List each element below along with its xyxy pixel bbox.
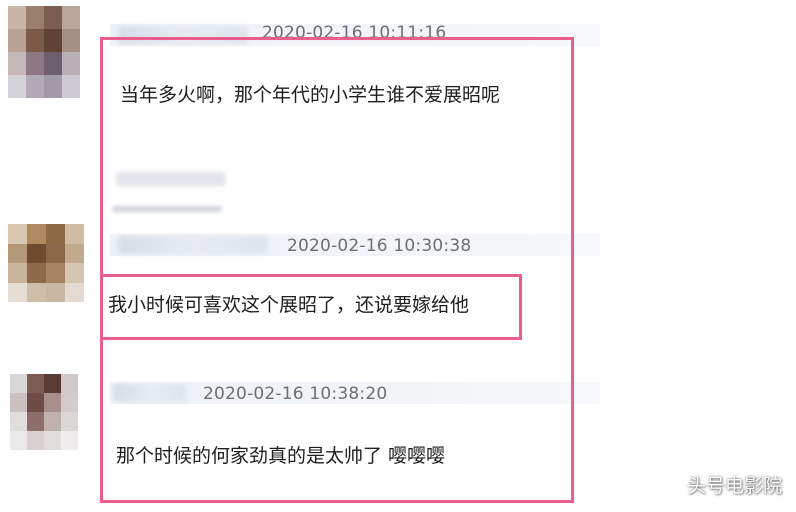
- avatar-pixel: [8, 243, 27, 263]
- avatar-pixel: [27, 374, 44, 393]
- avatar-pixel: [26, 29, 44, 52]
- avatar-pixel: [44, 52, 62, 75]
- avatar-pixel: [46, 224, 65, 244]
- avatar-pixel: [44, 431, 61, 450]
- avatar-pixel: [46, 243, 65, 263]
- avatar-pixel: [8, 52, 26, 75]
- avatar-pixel: [61, 431, 78, 450]
- avatar-pixel: [26, 52, 44, 75]
- avatar-pixel: [61, 374, 78, 393]
- avatar-pixel: [27, 224, 46, 244]
- highlight-box: [100, 37, 574, 503]
- avatar-pixel: [44, 374, 61, 393]
- avatar-pixel: [46, 282, 65, 302]
- watermark: 头号电影院: [686, 475, 782, 497]
- avatar-pixel: [44, 412, 61, 431]
- avatar-pixel: [8, 29, 26, 52]
- avatar-pixel: [8, 263, 27, 283]
- avatar[interactable]: [8, 224, 84, 302]
- avatar-pixel: [65, 282, 84, 302]
- avatar-pixel: [62, 75, 80, 98]
- avatar-pixel: [27, 263, 46, 283]
- avatar-pixel: [44, 393, 61, 412]
- avatar-pixel: [8, 224, 27, 244]
- avatar-pixel: [61, 412, 78, 431]
- avatar-pixel: [62, 6, 80, 29]
- highlight-box: [100, 274, 522, 340]
- avatar-pixel: [10, 393, 27, 412]
- avatar-pixel: [27, 412, 44, 431]
- avatar-pixel: [44, 29, 62, 52]
- avatar-pixel: [46, 263, 65, 283]
- avatar-pixel: [8, 75, 26, 98]
- avatar-pixel: [10, 412, 27, 431]
- avatar-pixel: [27, 431, 44, 450]
- avatar-pixel: [27, 243, 46, 263]
- avatar-pixel: [10, 431, 27, 450]
- avatar-pixel: [62, 52, 80, 75]
- avatar-pixel: [44, 6, 62, 29]
- avatar-pixel: [26, 75, 44, 98]
- avatar-pixel: [26, 6, 44, 29]
- avatar-pixel: [44, 75, 62, 98]
- avatar-pixel: [65, 243, 84, 263]
- avatar-pixel: [10, 374, 27, 393]
- avatar-pixel: [27, 393, 44, 412]
- avatar-pixel: [65, 224, 84, 244]
- avatar-pixel: [62, 29, 80, 52]
- avatar-pixel: [27, 282, 46, 302]
- avatar[interactable]: [8, 6, 80, 98]
- avatar[interactable]: [10, 374, 78, 450]
- avatar-pixel: [8, 6, 26, 29]
- avatar-pixel: [8, 282, 27, 302]
- avatar-pixel: [65, 263, 84, 283]
- avatar-pixel: [61, 393, 78, 412]
